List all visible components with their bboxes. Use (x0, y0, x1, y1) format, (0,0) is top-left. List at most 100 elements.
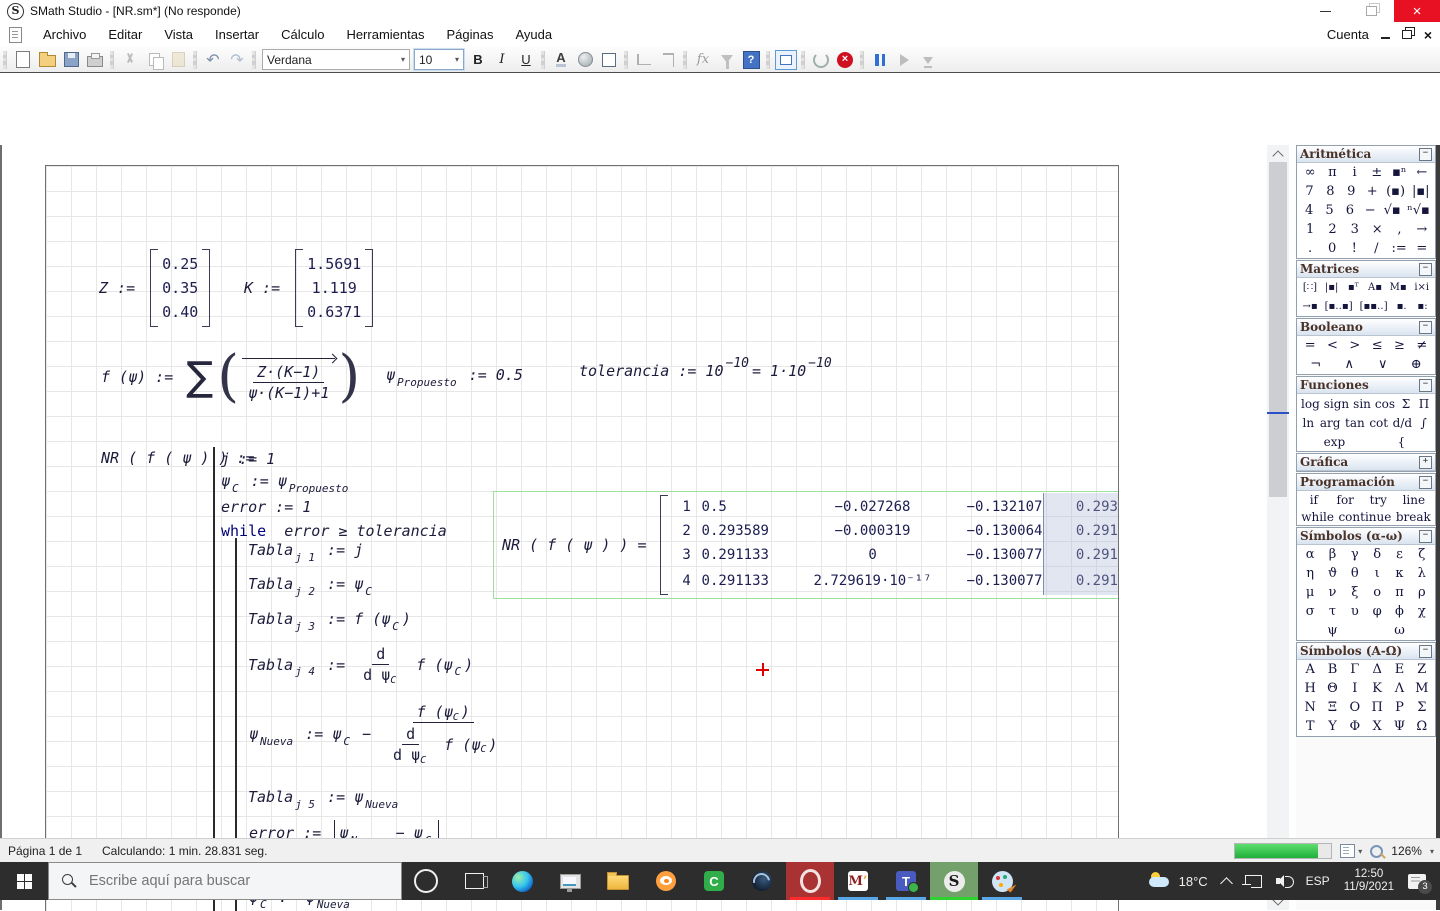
palette-item[interactable]: Ξ (1325, 700, 1339, 715)
palette-item[interactable]: Π (1370, 700, 1384, 715)
palette-header[interactable]: Programación − (1297, 474, 1435, 491)
palette-item[interactable]: ¬ (1309, 357, 1323, 372)
palette-item[interactable]: 2 (1325, 222, 1339, 237)
palette-item[interactable]: > (1348, 338, 1362, 353)
font-color-button[interactable]: A (549, 49, 573, 71)
maximize-button[interactable] (1348, 0, 1394, 22)
recalculate-button[interactable] (809, 49, 833, 71)
palette-item[interactable]: line (1403, 493, 1426, 507)
palette-item[interactable]: Γ (1348, 662, 1362, 677)
palette-item[interactable]: τ (1325, 604, 1339, 619)
new-button[interactable] (11, 49, 35, 71)
palette-item[interactable]: →▪ (1302, 301, 1317, 312)
palette-item[interactable]: for (1337, 493, 1354, 507)
palette-item[interactable]: β (1325, 547, 1339, 562)
stmt-error-init[interactable]: error := 1 (221, 498, 311, 516)
palette-item[interactable]: [▪‥▪] (1325, 301, 1353, 312)
palette-item[interactable]: Μ (1415, 681, 1429, 696)
stmt-tabla-j4[interactable]: Tabla j 4 := d d ψC f (ψ C) (248, 644, 473, 686)
stmt-tabla-j1[interactable]: Tabla j 1 := j (248, 541, 363, 564)
palette-item[interactable]: ε (1392, 547, 1406, 562)
expr-nr-result[interactable]: NR ( f ( ψ ) ) = 1 0.5 −0.027268 −0.132107 0… (493, 491, 1118, 599)
bold-button[interactable]: B (466, 49, 490, 71)
palette-header[interactable]: Matrices − (1297, 261, 1435, 278)
palette-item[interactable]: Ω (1415, 719, 1429, 734)
stmt-psi-c-init[interactable]: ψC := ψ Propuesto (221, 472, 351, 495)
palette-item[interactable]: i (1348, 165, 1362, 180)
collapse-icon[interactable]: − (1419, 475, 1432, 489)
palette-item[interactable]: → (1415, 222, 1429, 237)
expr-tolerancia[interactable]: tolerancia := 10 −10 = 1·10 −10 (579, 356, 835, 381)
step-button[interactable] (916, 49, 940, 71)
weather-button[interactable]: 18°C (1142, 862, 1215, 900)
palette-item[interactable]: ← (1415, 165, 1429, 180)
worksheet-page[interactable]: Z := 0.25 0.35 0.40 K := 1.5691 1.119 0.6371… (45, 165, 1119, 911)
align-horizontal-button[interactable] (632, 49, 656, 71)
palette-item[interactable]: ζ (1415, 547, 1429, 562)
palette-item[interactable]: Τ (1303, 719, 1317, 734)
save-button[interactable] (59, 49, 83, 71)
taskbar-app-smath-studio[interactable]: S (930, 862, 978, 900)
palette-item[interactable]: Σ (1415, 700, 1429, 715)
background-color-button[interactable] (573, 49, 597, 71)
palette-item[interactable]: χ (1415, 604, 1429, 619)
copy-button[interactable] (142, 49, 166, 71)
palette-item[interactable]: continue (1338, 510, 1391, 524)
menu-editar[interactable]: Editar (97, 24, 153, 45)
palette-item[interactable]: , (1392, 222, 1406, 237)
palette-item[interactable]: break (1396, 510, 1431, 524)
expr-k-definition[interactable]: K := 1.5691 1.119 0.6371 (244, 239, 374, 337)
palette-item[interactable]: 5 (1323, 203, 1337, 218)
palette-item[interactable]: = (1415, 241, 1429, 256)
collapse-icon[interactable]: − (1419, 147, 1432, 161)
palette-item[interactable]: − (1363, 203, 1377, 218)
menu-calculo[interactable]: Cálculo (270, 24, 335, 45)
stmt-tabla-j2[interactable]: Tabla j 2 := ψC (248, 575, 375, 598)
palette-item[interactable]: arg (1320, 416, 1341, 430)
taskbar-app-file-explorer[interactable] (594, 862, 642, 900)
palette-item[interactable]: μ (1303, 585, 1317, 600)
palette-item[interactable]: 3 (1348, 222, 1362, 237)
page-view-button[interactable]: ▾ (1340, 844, 1362, 858)
palette-header[interactable]: Símbolos (Α-Ω) − (1297, 643, 1435, 660)
menu-ayuda[interactable]: Ayuda (504, 24, 563, 45)
stmt-psi-nueva[interactable]: ψ Nueva := ψC − f (ψ C) d d ψC f (ψ C) (249, 702, 506, 766)
palette-item[interactable]: ο (1370, 585, 1384, 600)
palette-item[interactable]: ▪. (1395, 301, 1409, 312)
underline-button[interactable]: U (514, 49, 538, 71)
palette-item[interactable]: Χ (1370, 719, 1384, 734)
expand-icon[interactable]: + (1419, 455, 1432, 469)
cortana-button[interactable] (402, 862, 450, 900)
palette-item[interactable]: Β (1325, 662, 1339, 677)
palette-item[interactable]: Ψ (1392, 719, 1406, 734)
palette-item[interactable]: { (1394, 435, 1408, 449)
palette-item[interactable]: if (1307, 493, 1321, 507)
palette-item[interactable]: σ (1303, 604, 1317, 619)
palette-item[interactable]: ∞ (1303, 165, 1317, 180)
palette-item[interactable]: := (1391, 241, 1406, 256)
taskbar-app-teams[interactable]: T (882, 862, 930, 900)
palette-item[interactable]: cos (1375, 397, 1395, 411)
palette-item[interactable]: ▪ⁿ (1392, 165, 1406, 180)
palette-item[interactable]: tan (1345, 416, 1365, 430)
border-button[interactable] (597, 49, 621, 71)
font-size-select[interactable]: 10 ▾ (414, 49, 464, 70)
menu-herramientas[interactable]: Herramientas (335, 24, 435, 45)
palette-item[interactable]: cot (1369, 416, 1388, 430)
clock-button[interactable]: 12:50 11/9/2021 (1337, 862, 1401, 900)
palette-item[interactable]: π (1392, 585, 1406, 600)
palette-item[interactable]: Ζ (1415, 662, 1429, 677)
stop-calculation-button[interactable]: × (833, 49, 857, 71)
expr-z-definition[interactable]: Z := 0.25 0.35 0.40 (99, 239, 211, 337)
pause-button[interactable] (868, 49, 892, 71)
palette-item[interactable]: Η (1303, 681, 1317, 696)
palette-item[interactable]: ι (1370, 566, 1384, 581)
palette-item[interactable]: φ (1370, 604, 1384, 619)
side-panel-toggle[interactable] (774, 49, 798, 71)
palette-item[interactable]: (▪) (1386, 184, 1405, 199)
palette-item[interactable]: A▪ (1368, 282, 1382, 293)
palette-item[interactable]: Α (1303, 662, 1317, 677)
task-view-button[interactable] (450, 862, 498, 900)
taskbar-search[interactable] (48, 862, 402, 900)
palette-item[interactable]: × (1370, 222, 1384, 237)
